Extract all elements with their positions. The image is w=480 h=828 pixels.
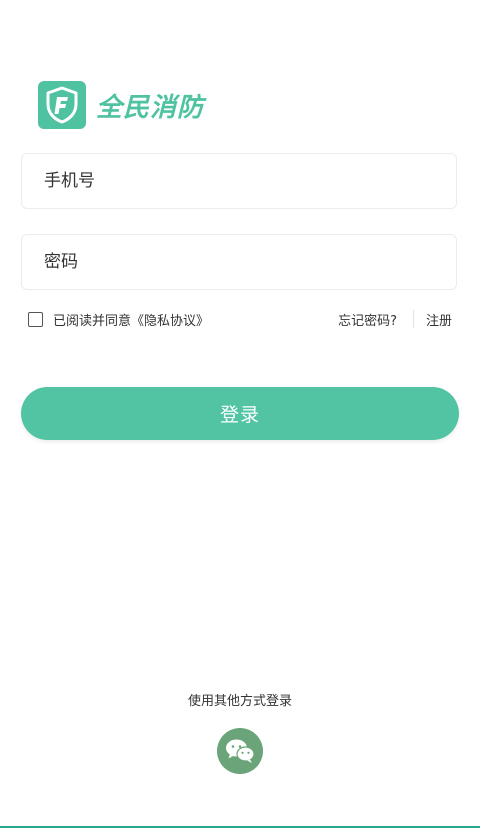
link-divider: [412, 310, 414, 328]
login-button[interactable]: 登录: [21, 387, 459, 440]
agreement-checkbox[interactable]: [28, 311, 43, 327]
wechat-icon: [226, 739, 255, 763]
app-name: 全民消防: [96, 92, 205, 123]
shield-f-icon: [38, 81, 86, 129]
forgot-password-link[interactable]: 忘记密码?: [338, 310, 397, 329]
other-login-title: 使用其他方式登录: [187, 694, 292, 709]
wechat-login-button[interactable]: [217, 728, 263, 774]
phone-field[interactable]: [21, 153, 457, 209]
register-link[interactable]: 注册: [426, 310, 452, 329]
phone-input[interactable]: [44, 171, 434, 191]
app-logo: 全民消防: [38, 80, 204, 130]
agreement-text[interactable]: 已阅读并同意《隐私协议》: [53, 310, 209, 329]
password-field[interactable]: [21, 234, 457, 290]
password-input[interactable]: [44, 252, 434, 272]
agreement-row: 已阅读并同意《隐私协议》 忘记密码? 注册: [28, 308, 452, 330]
